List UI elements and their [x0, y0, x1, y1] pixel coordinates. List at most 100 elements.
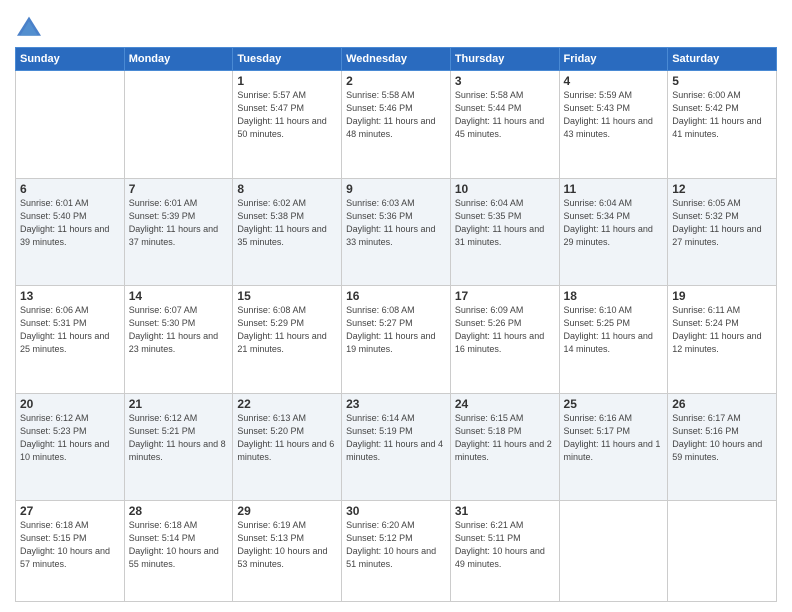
calendar-cell: 29Sunrise: 6:19 AM Sunset: 5:13 PM Dayli…: [233, 501, 342, 602]
day-info: Sunrise: 6:16 AM Sunset: 5:17 PM Dayligh…: [564, 412, 664, 464]
day-info: Sunrise: 6:00 AM Sunset: 5:42 PM Dayligh…: [672, 89, 772, 141]
calendar-cell: 1Sunrise: 5:57 AM Sunset: 5:47 PM Daylig…: [233, 71, 342, 179]
weekday-header-tuesday: Tuesday: [233, 48, 342, 71]
calendar-cell: [668, 501, 777, 602]
day-info: Sunrise: 6:09 AM Sunset: 5:26 PM Dayligh…: [455, 304, 555, 356]
day-info: Sunrise: 6:10 AM Sunset: 5:25 PM Dayligh…: [564, 304, 664, 356]
day-info: Sunrise: 6:20 AM Sunset: 5:12 PM Dayligh…: [346, 519, 446, 571]
day-info: Sunrise: 6:08 AM Sunset: 5:27 PM Dayligh…: [346, 304, 446, 356]
day-info: Sunrise: 6:12 AM Sunset: 5:23 PM Dayligh…: [20, 412, 120, 464]
day-number: 9: [346, 182, 446, 196]
day-number: 6: [20, 182, 120, 196]
day-info: Sunrise: 6:18 AM Sunset: 5:15 PM Dayligh…: [20, 519, 120, 571]
day-info: Sunrise: 6:11 AM Sunset: 5:24 PM Dayligh…: [672, 304, 772, 356]
day-number: 1: [237, 74, 337, 88]
day-number: 31: [455, 504, 555, 518]
day-info: Sunrise: 6:05 AM Sunset: 5:32 PM Dayligh…: [672, 197, 772, 249]
weekday-header-friday: Friday: [559, 48, 668, 71]
day-info: Sunrise: 6:15 AM Sunset: 5:18 PM Dayligh…: [455, 412, 555, 464]
calendar-cell: 23Sunrise: 6:14 AM Sunset: 5:19 PM Dayli…: [342, 393, 451, 501]
calendar-cell: 3Sunrise: 5:58 AM Sunset: 5:44 PM Daylig…: [450, 71, 559, 179]
day-info: Sunrise: 5:58 AM Sunset: 5:44 PM Dayligh…: [455, 89, 555, 141]
weekday-header-saturday: Saturday: [668, 48, 777, 71]
day-number: 17: [455, 289, 555, 303]
logo-icon: [15, 15, 43, 39]
day-number: 18: [564, 289, 664, 303]
day-number: 19: [672, 289, 772, 303]
day-number: 24: [455, 397, 555, 411]
day-info: Sunrise: 6:19 AM Sunset: 5:13 PM Dayligh…: [237, 519, 337, 571]
day-number: 26: [672, 397, 772, 411]
calendar-cell: 14Sunrise: 6:07 AM Sunset: 5:30 PM Dayli…: [124, 286, 233, 394]
calendar-cell: 21Sunrise: 6:12 AM Sunset: 5:21 PM Dayli…: [124, 393, 233, 501]
calendar-cell: 22Sunrise: 6:13 AM Sunset: 5:20 PM Dayli…: [233, 393, 342, 501]
day-info: Sunrise: 6:02 AM Sunset: 5:38 PM Dayligh…: [237, 197, 337, 249]
day-info: Sunrise: 6:04 AM Sunset: 5:35 PM Dayligh…: [455, 197, 555, 249]
calendar-week-5: 27Sunrise: 6:18 AM Sunset: 5:15 PM Dayli…: [16, 501, 777, 602]
day-number: 3: [455, 74, 555, 88]
calendar-cell: 8Sunrise: 6:02 AM Sunset: 5:38 PM Daylig…: [233, 178, 342, 286]
day-number: 4: [564, 74, 664, 88]
calendar-cell: 16Sunrise: 6:08 AM Sunset: 5:27 PM Dayli…: [342, 286, 451, 394]
calendar-cell: 4Sunrise: 5:59 AM Sunset: 5:43 PM Daylig…: [559, 71, 668, 179]
day-number: 14: [129, 289, 229, 303]
weekday-header-thursday: Thursday: [450, 48, 559, 71]
day-info: Sunrise: 6:18 AM Sunset: 5:14 PM Dayligh…: [129, 519, 229, 571]
calendar-cell: [16, 71, 125, 179]
calendar-cell: 5Sunrise: 6:00 AM Sunset: 5:42 PM Daylig…: [668, 71, 777, 179]
calendar-cell: 2Sunrise: 5:58 AM Sunset: 5:46 PM Daylig…: [342, 71, 451, 179]
weekday-header-sunday: Sunday: [16, 48, 125, 71]
day-info: Sunrise: 6:21 AM Sunset: 5:11 PM Dayligh…: [455, 519, 555, 571]
day-info: Sunrise: 6:08 AM Sunset: 5:29 PM Dayligh…: [237, 304, 337, 356]
day-info: Sunrise: 6:13 AM Sunset: 5:20 PM Dayligh…: [237, 412, 337, 464]
calendar-cell: 7Sunrise: 6:01 AM Sunset: 5:39 PM Daylig…: [124, 178, 233, 286]
day-info: Sunrise: 6:07 AM Sunset: 5:30 PM Dayligh…: [129, 304, 229, 356]
calendar-cell: [124, 71, 233, 179]
day-info: Sunrise: 5:57 AM Sunset: 5:47 PM Dayligh…: [237, 89, 337, 141]
calendar-week-3: 13Sunrise: 6:06 AM Sunset: 5:31 PM Dayli…: [16, 286, 777, 394]
logo: [15, 15, 45, 39]
day-number: 5: [672, 74, 772, 88]
main-container: SundayMondayTuesdayWednesdayThursdayFrid…: [0, 0, 792, 612]
calendar-cell: 27Sunrise: 6:18 AM Sunset: 5:15 PM Dayli…: [16, 501, 125, 602]
calendar-cell: 25Sunrise: 6:16 AM Sunset: 5:17 PM Dayli…: [559, 393, 668, 501]
calendar-cell: 20Sunrise: 6:12 AM Sunset: 5:23 PM Dayli…: [16, 393, 125, 501]
day-number: 10: [455, 182, 555, 196]
day-number: 28: [129, 504, 229, 518]
day-number: 21: [129, 397, 229, 411]
day-info: Sunrise: 6:06 AM Sunset: 5:31 PM Dayligh…: [20, 304, 120, 356]
weekday-header-monday: Monday: [124, 48, 233, 71]
calendar-cell: 12Sunrise: 6:05 AM Sunset: 5:32 PM Dayli…: [668, 178, 777, 286]
calendar-cell: 18Sunrise: 6:10 AM Sunset: 5:25 PM Dayli…: [559, 286, 668, 394]
day-number: 30: [346, 504, 446, 518]
day-number: 23: [346, 397, 446, 411]
day-number: 20: [20, 397, 120, 411]
day-info: Sunrise: 6:04 AM Sunset: 5:34 PM Dayligh…: [564, 197, 664, 249]
day-number: 13: [20, 289, 120, 303]
calendar-cell: 15Sunrise: 6:08 AM Sunset: 5:29 PM Dayli…: [233, 286, 342, 394]
calendar-cell: 10Sunrise: 6:04 AM Sunset: 5:35 PM Dayli…: [450, 178, 559, 286]
weekday-header-wednesday: Wednesday: [342, 48, 451, 71]
calendar-cell: 19Sunrise: 6:11 AM Sunset: 5:24 PM Dayli…: [668, 286, 777, 394]
day-number: 16: [346, 289, 446, 303]
day-info: Sunrise: 6:01 AM Sunset: 5:40 PM Dayligh…: [20, 197, 120, 249]
header: [15, 10, 777, 39]
calendar-header-row: SundayMondayTuesdayWednesdayThursdayFrid…: [16, 48, 777, 71]
day-number: 27: [20, 504, 120, 518]
day-number: 15: [237, 289, 337, 303]
calendar-week-1: 1Sunrise: 5:57 AM Sunset: 5:47 PM Daylig…: [16, 71, 777, 179]
day-number: 25: [564, 397, 664, 411]
day-number: 22: [237, 397, 337, 411]
calendar-cell: 24Sunrise: 6:15 AM Sunset: 5:18 PM Dayli…: [450, 393, 559, 501]
calendar-cell: 11Sunrise: 6:04 AM Sunset: 5:34 PM Dayli…: [559, 178, 668, 286]
day-info: Sunrise: 6:17 AM Sunset: 5:16 PM Dayligh…: [672, 412, 772, 464]
day-number: 7: [129, 182, 229, 196]
day-number: 11: [564, 182, 664, 196]
day-number: 8: [237, 182, 337, 196]
day-info: Sunrise: 5:59 AM Sunset: 5:43 PM Dayligh…: [564, 89, 664, 141]
day-info: Sunrise: 6:14 AM Sunset: 5:19 PM Dayligh…: [346, 412, 446, 464]
calendar-cell: 31Sunrise: 6:21 AM Sunset: 5:11 PM Dayli…: [450, 501, 559, 602]
calendar-cell: 26Sunrise: 6:17 AM Sunset: 5:16 PM Dayli…: [668, 393, 777, 501]
calendar-week-4: 20Sunrise: 6:12 AM Sunset: 5:23 PM Dayli…: [16, 393, 777, 501]
day-number: 29: [237, 504, 337, 518]
